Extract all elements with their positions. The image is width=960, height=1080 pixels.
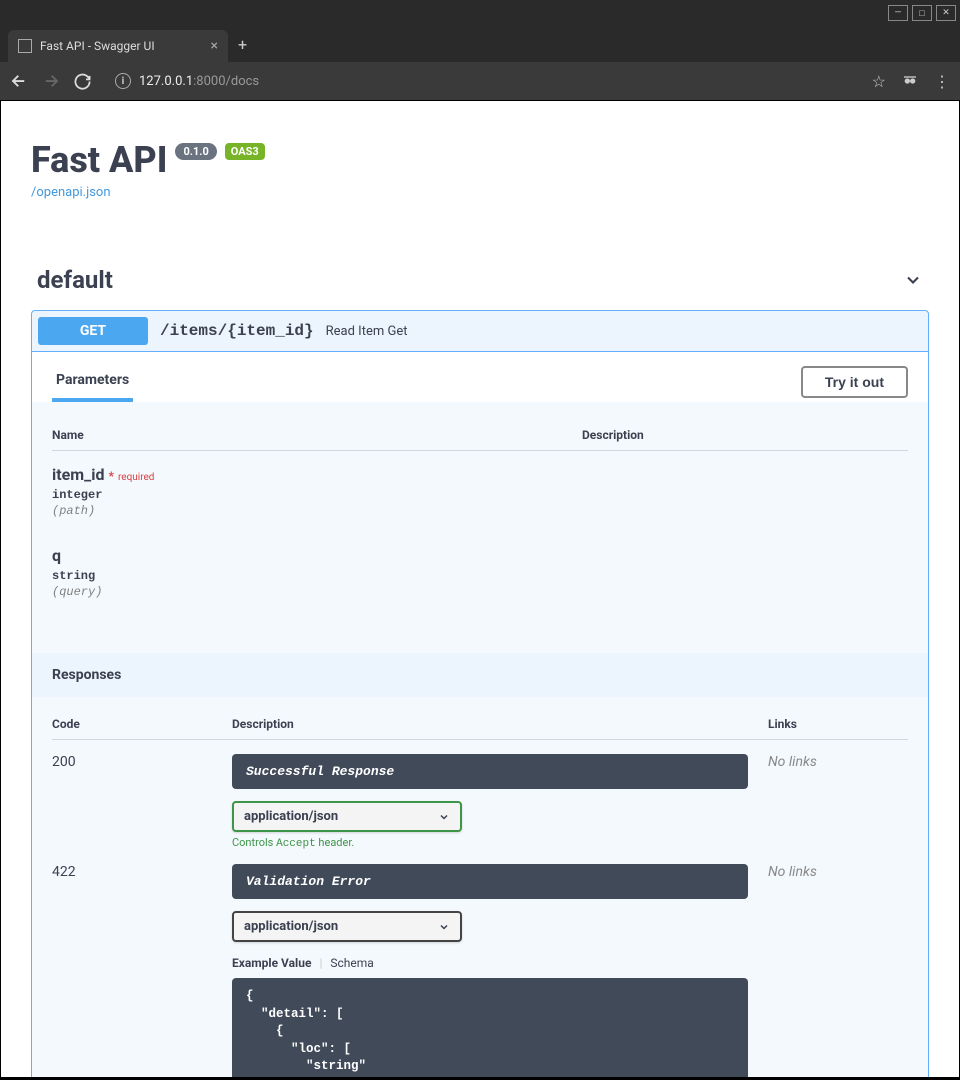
maximize-button[interactable]: □ bbox=[912, 5, 932, 21]
column-name: Name bbox=[52, 428, 582, 442]
schema-tab[interactable]: Schema bbox=[330, 956, 373, 970]
params-table-header: Name Description bbox=[52, 416, 908, 451]
minimize-button[interactable]: — bbox=[888, 5, 908, 21]
required-label: required bbox=[118, 472, 154, 483]
parameter-row: q string (query) bbox=[52, 532, 908, 613]
try-it-out-button[interactable]: Try it out bbox=[801, 366, 908, 398]
media-type-value: application/json bbox=[244, 919, 338, 934]
response-description: Validation Error bbox=[232, 864, 748, 899]
reload-button[interactable] bbox=[74, 73, 91, 90]
incognito-icon[interactable] bbox=[902, 71, 918, 91]
window-titlebar: — □ ✕ bbox=[0, 0, 960, 26]
response-links: No links bbox=[768, 864, 908, 1078]
example-body-code: { "detail": [ { "loc": [ "string" bbox=[232, 978, 748, 1078]
operation-block: GET /items/{item_id} Read Item Get Param… bbox=[31, 310, 929, 1078]
param-type: integer bbox=[52, 488, 908, 502]
column-links: Links bbox=[768, 717, 908, 731]
response-links: No links bbox=[768, 754, 908, 850]
address-bar[interactable]: i 127.0.0.1:8000/docs bbox=[105, 67, 858, 95]
chevron-down-icon bbox=[438, 921, 450, 933]
close-window-button[interactable]: ✕ bbox=[936, 5, 956, 21]
forward-button[interactable] bbox=[42, 72, 60, 90]
parameter-row: item_id * required integer (path) bbox=[52, 451, 908, 532]
section-title: default bbox=[37, 266, 113, 294]
chevron-down-icon bbox=[438, 811, 450, 823]
oas-badge: OAS3 bbox=[225, 143, 265, 160]
bookmark-star-icon[interactable]: ☆ bbox=[872, 72, 886, 91]
back-button[interactable] bbox=[10, 72, 28, 90]
browser-tab[interactable]: Fast API - Swagger UI × bbox=[8, 30, 228, 62]
media-type-select[interactable]: application/json bbox=[232, 801, 462, 832]
response-code: 200 bbox=[52, 754, 232, 850]
kebab-menu-icon[interactable]: ⋮ bbox=[934, 72, 950, 91]
section-toggle[interactable]: default bbox=[31, 260, 929, 300]
operation-summary[interactable]: GET /items/{item_id} Read Item Get bbox=[32, 311, 928, 352]
response-code: 422 bbox=[52, 864, 232, 1078]
responses-heading: Responses bbox=[32, 653, 928, 697]
new-tab-button[interactable]: + bbox=[238, 35, 247, 54]
operation-path: /items/{item_id} bbox=[160, 322, 314, 340]
param-name: q bbox=[52, 546, 61, 565]
operation-description: Read Item Get bbox=[326, 324, 408, 339]
response-row: 200 Successful Response application/json… bbox=[52, 740, 908, 850]
browser-toolbar: i 127.0.0.1:8000/docs ☆ ⋮ bbox=[0, 62, 960, 100]
openapi-link[interactable]: /openapi.json bbox=[31, 185, 111, 200]
file-icon bbox=[18, 39, 32, 53]
param-type: string bbox=[52, 569, 908, 583]
accept-hint: Controls Accept header. bbox=[232, 836, 748, 850]
parameters-tab[interactable]: Parameters bbox=[52, 362, 133, 402]
media-type-select[interactable]: application/json bbox=[232, 911, 462, 942]
response-row: 422 Validation Error application/json Ex… bbox=[52, 850, 908, 1078]
version-badge: 0.1.0 bbox=[175, 143, 216, 160]
api-title: Fast API bbox=[31, 139, 167, 181]
column-description: Description bbox=[232, 717, 768, 731]
required-star: * bbox=[109, 469, 114, 483]
column-description: Description bbox=[582, 428, 908, 442]
example-value-tab[interactable]: Example Value bbox=[232, 956, 311, 970]
column-code: Code bbox=[52, 717, 232, 731]
url-host: 127.0.0.1 bbox=[139, 74, 193, 89]
chevron-down-icon bbox=[903, 270, 923, 290]
param-in: (path) bbox=[52, 504, 908, 518]
url-path: :8000/docs bbox=[193, 74, 259, 89]
tab-bar: Fast API - Swagger UI × + bbox=[0, 26, 960, 62]
method-badge: GET bbox=[38, 317, 148, 345]
info-icon[interactable]: i bbox=[115, 73, 131, 89]
example-tabs: Example Value | Schema bbox=[232, 956, 748, 970]
page-viewport[interactable]: Fast API 0.1.0 OAS3 /openapi.json defaul… bbox=[0, 100, 960, 1078]
param-name: item_id bbox=[52, 465, 105, 484]
param-in: (query) bbox=[52, 585, 908, 599]
tab-title: Fast API - Swagger UI bbox=[40, 39, 203, 53]
media-type-value: application/json bbox=[244, 809, 338, 824]
response-description: Successful Response bbox=[232, 754, 748, 789]
responses-table-header: Code Description Links bbox=[52, 717, 908, 740]
close-tab-icon[interactable]: × bbox=[211, 38, 218, 54]
